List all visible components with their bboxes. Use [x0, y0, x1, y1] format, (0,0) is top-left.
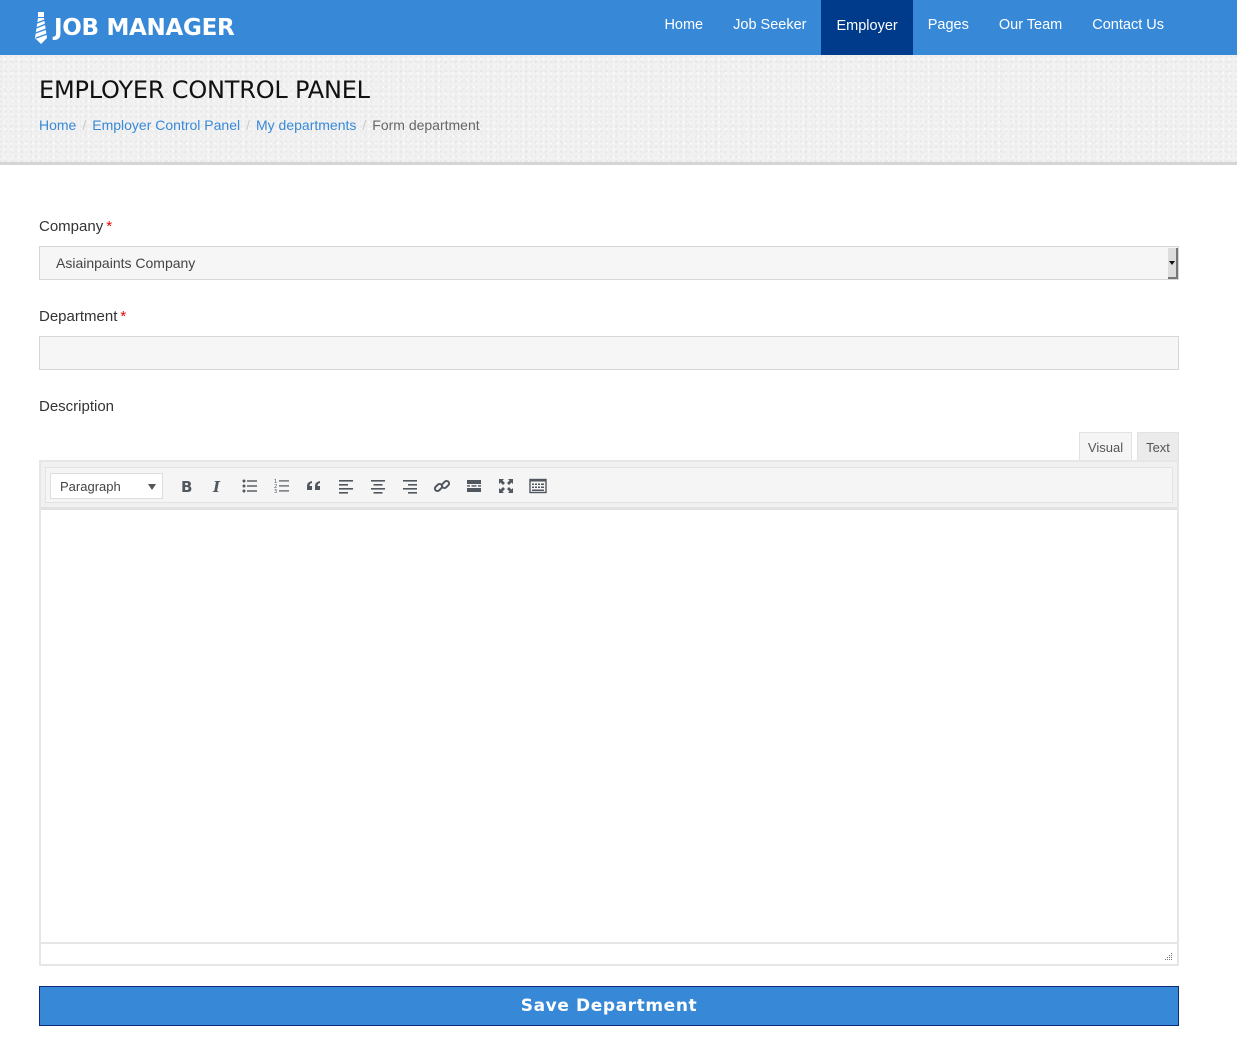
svg-text:I: I: [212, 478, 221, 495]
company-label-text: Company: [39, 218, 104, 235]
description-label: Description: [39, 398, 115, 415]
page-header: EMPLOYER CONTROL PANEL Home / Employer C…: [0, 55, 1237, 165]
bold-button[interactable]: B: [173, 473, 199, 499]
align-left-button[interactable]: [333, 473, 359, 499]
breadcrumb-separator: /: [246, 117, 250, 133]
company-label: Company *: [39, 218, 112, 235]
caret-down-icon: [148, 484, 156, 490]
svg-text:3: 3: [274, 489, 277, 495]
align-right-icon: [403, 480, 417, 494]
tab-text[interactable]: Text: [1137, 432, 1179, 461]
navbar: JOB MANAGER Home Job Seeker Employer Pag…: [0, 0, 1237, 55]
department-label: Department *: [39, 308, 126, 325]
fullscreen-button[interactable]: [493, 473, 519, 499]
numbered-list-icon: 1 2 3: [274, 479, 289, 495]
tie-icon: [35, 12, 48, 44]
breadcrumb: Home / Employer Control Panel / My depar…: [39, 117, 480, 133]
chevron-down-icon[interactable]: [1168, 248, 1178, 279]
breadcrumb-home[interactable]: Home: [39, 117, 76, 133]
nav-item-home[interactable]: Home: [649, 0, 718, 52]
department-label-text: Department: [39, 308, 118, 325]
align-center-button[interactable]: [365, 473, 391, 499]
page-title: EMPLOYER CONTROL PANEL: [39, 76, 370, 104]
breadcrumb-my-departments[interactable]: My departments: [256, 117, 356, 133]
breadcrumb-employer-control-panel[interactable]: Employer Control Panel: [92, 117, 240, 133]
tab-visual[interactable]: Visual: [1079, 432, 1132, 461]
blockquote-button[interactable]: [301, 473, 327, 499]
link-button[interactable]: [429, 473, 455, 499]
breadcrumb-current: Form department: [372, 117, 480, 133]
read-more-button[interactable]: [461, 473, 487, 499]
brand-name: JOB MANAGER: [54, 15, 235, 41]
breadcrumb-separator: /: [362, 117, 367, 133]
required-mark: *: [120, 308, 127, 325]
format-select[interactable]: Paragraph: [50, 473, 163, 499]
svg-text:B: B: [181, 478, 192, 495]
editor-toolbar-container: Paragraph B I 1 2 3: [41, 462, 1177, 510]
toolbar-toggle-button[interactable]: [525, 473, 551, 499]
italic-icon: I: [212, 478, 221, 495]
editor-content-area[interactable]: [41, 510, 1177, 942]
numbered-list-button[interactable]: 1 2 3: [269, 473, 295, 499]
italic-button[interactable]: I: [205, 473, 231, 499]
editor-statusbar: [41, 942, 1177, 964]
toolbar-toggle-icon: [529, 478, 547, 494]
company-select[interactable]: Asiainpaints Company: [39, 246, 1179, 280]
bullet-list-button[interactable]: [237, 473, 263, 499]
link-icon: [433, 479, 451, 493]
resize-handle-icon[interactable]: [1163, 951, 1173, 961]
blockquote-icon: [307, 481, 320, 490]
nav-item-contact-us[interactable]: Contact Us: [1077, 0, 1179, 52]
align-left-icon: [339, 480, 353, 494]
format-select-value: Paragraph: [60, 479, 121, 494]
align-right-button[interactable]: [397, 473, 423, 499]
nav-item-our-team[interactable]: Our Team: [984, 0, 1077, 52]
fullscreen-icon: [499, 479, 513, 493]
company-select-value: Asiainpaints Company: [56, 255, 196, 271]
description-editor: Paragraph B I 1 2 3: [39, 460, 1179, 966]
department-input[interactable]: [39, 336, 1179, 370]
read-more-icon: [467, 480, 481, 492]
align-center-icon: [371, 480, 385, 494]
nav-item-job-seeker[interactable]: Job Seeker: [718, 0, 821, 52]
bullet-list-icon: [242, 479, 257, 493]
editor-toolbar: Paragraph B I 1 2 3: [45, 467, 1173, 503]
nav-item-employer[interactable]: Employer: [821, 0, 913, 55]
nav-item-pages[interactable]: Pages: [913, 0, 984, 52]
required-mark: *: [106, 218, 113, 235]
bold-icon: B: [181, 478, 192, 495]
save-department-button[interactable]: Save Department: [39, 986, 1179, 1026]
brand-logo[interactable]: JOB MANAGER: [33, 12, 235, 44]
breadcrumb-separator: /: [82, 117, 87, 133]
main-nav: Home Job Seeker Employer Pages Our Team …: [649, 0, 1179, 55]
